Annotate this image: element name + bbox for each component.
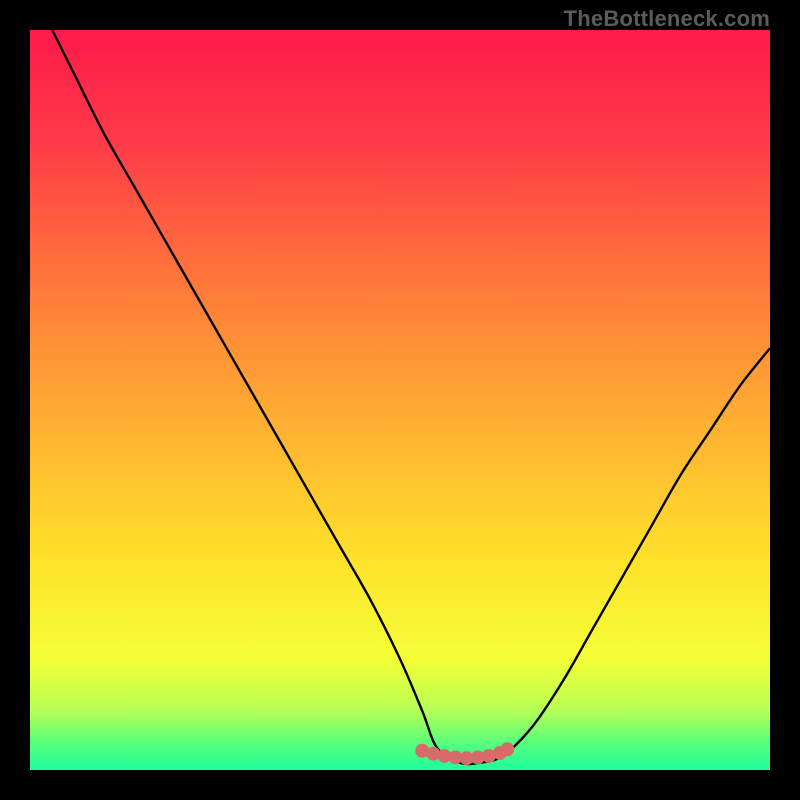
watermark-text: TheBottleneck.com [564,6,770,32]
plot-area [30,30,770,770]
bottleneck-chart [30,30,770,770]
marker-dot [500,742,514,756]
chart-frame: TheBottleneck.com [0,0,800,800]
